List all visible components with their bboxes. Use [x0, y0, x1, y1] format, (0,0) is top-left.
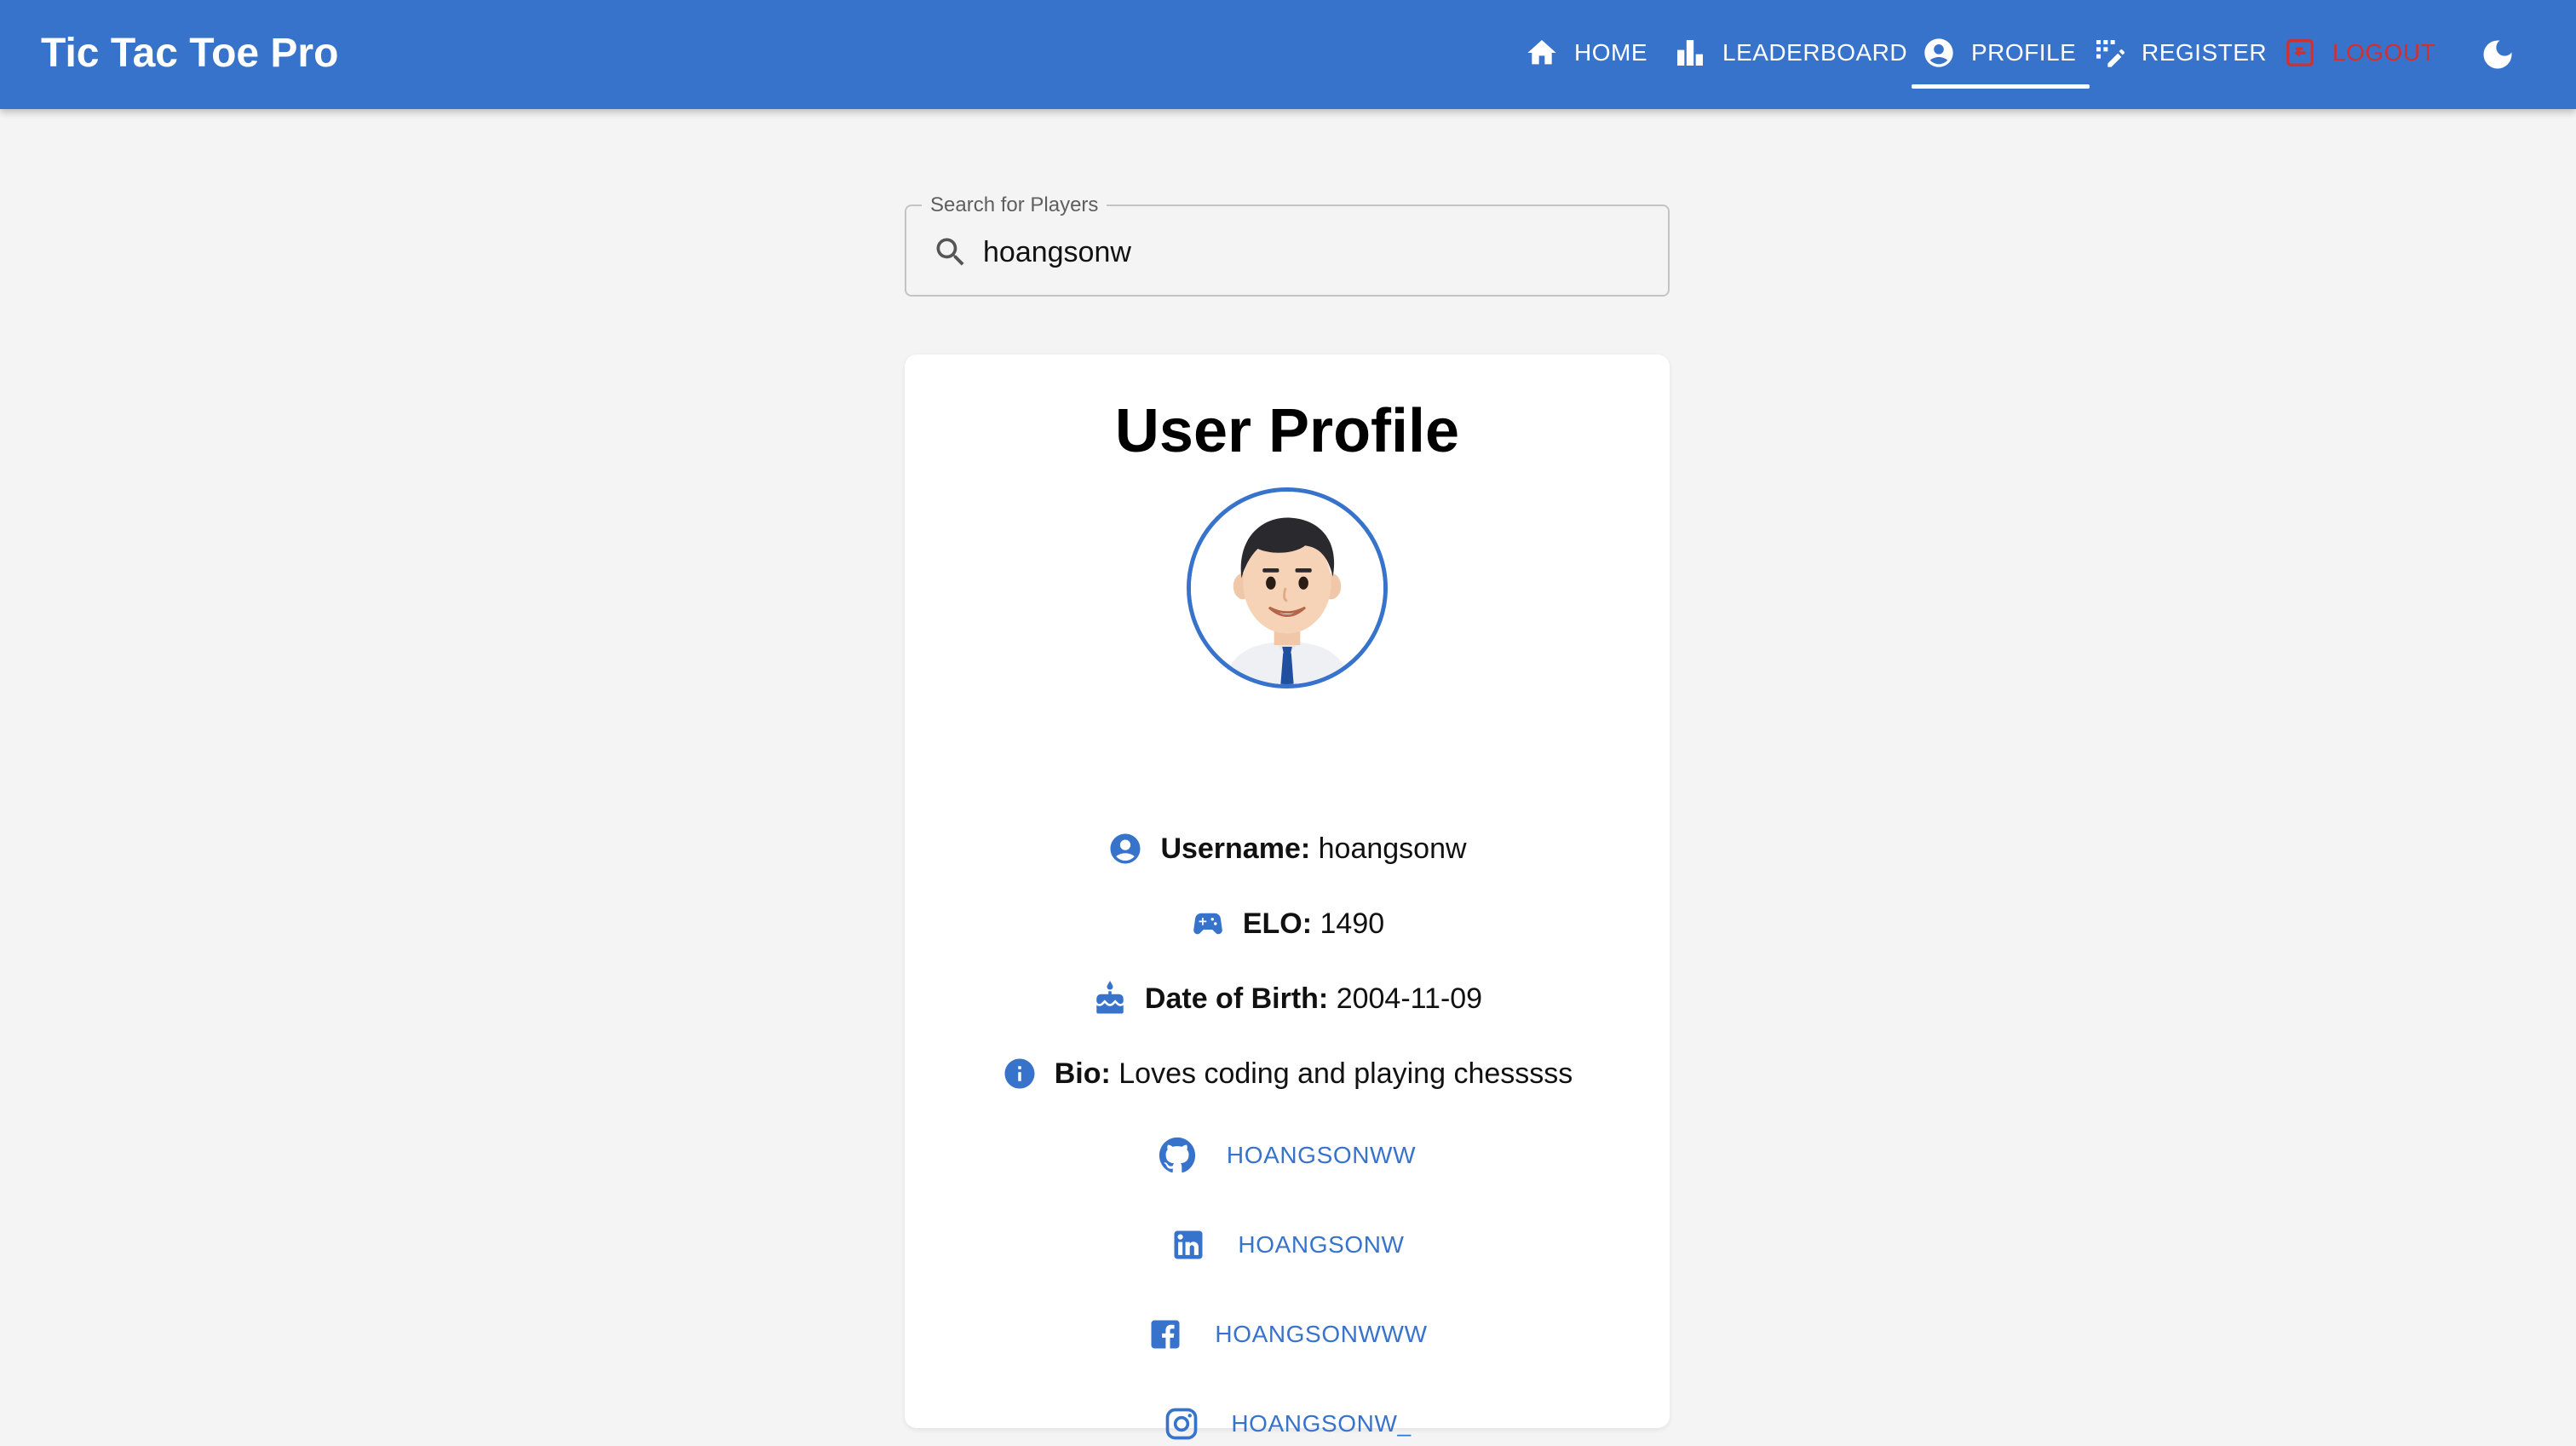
dob-label: Date of Birth: — [1144, 982, 1329, 1015]
account-circle-icon — [1924, 38, 1953, 67]
bio-value: Loves coding and playing chesssss — [1118, 1057, 1573, 1090]
register-icon — [2096, 40, 2125, 67]
elo-value: 1490 — [1320, 907, 1385, 940]
nav-register[interactable]: REGISTER — [2092, 0, 2267, 106]
search-icon — [936, 238, 964, 266]
bio-label: Bio: — [1054, 1057, 1111, 1090]
facebook-icon — [1151, 1320, 1180, 1349]
app-title[interactable]: Tic Tac Toe Pro — [41, 0, 338, 109]
moon-icon[interactable] — [2479, 36, 2516, 73]
nav-leaderboard-label: LEADERBOARD — [1722, 39, 1908, 66]
facebook-link[interactable]: HOANGSONWWW — [1215, 1321, 1427, 1348]
nav-register-label: REGISTER — [2142, 39, 2268, 66]
app-bar: Tic Tac Toe Pro HOME LEADERBOARD PROFILE… — [0, 0, 2576, 109]
instagram-link[interactable]: HOANGSONW_ — [1231, 1410, 1411, 1437]
github-icon — [1159, 1137, 1195, 1173]
profile-card: User Profile Username: hoangsonw ELO: 14… — [905, 354, 1670, 1440]
instagram-icon — [1165, 1408, 1198, 1440]
github-link[interactable]: HOANGSONWW — [1227, 1142, 1416, 1169]
nav-profile-label: PROFILE — [1971, 39, 2077, 66]
info-icon — [1004, 1058, 1035, 1089]
cake-icon — [1096, 981, 1124, 1014]
profile-elo-row: ELO: 1490 — [905, 903, 1670, 944]
home-icon — [1527, 40, 1556, 65]
nav-leaderboard[interactable]: LEADERBOARD — [1673, 0, 1907, 106]
avatar — [1187, 487, 1388, 688]
search-label: Search for Players — [922, 192, 1107, 219]
linkedin-icon — [1174, 1230, 1203, 1259]
elo-label: ELO: — [1242, 907, 1313, 940]
search-input[interactable] — [981, 223, 1649, 281]
nav-logout-label: LOGOUT — [2332, 39, 2436, 66]
profile-username-row: Username: hoangsonw — [905, 828, 1670, 869]
username-value: hoangsonw — [1318, 832, 1467, 865]
nav-logout[interactable]: LOGOUT — [2283, 0, 2435, 106]
profile-title: User Profile — [1114, 397, 1460, 465]
linkedin-link[interactable]: HOANGSONW — [1238, 1231, 1404, 1259]
social-github-row: HOANGSONWW — [905, 1133, 1670, 1178]
logout-icon — [2286, 39, 2314, 66]
dob-value: 2004-11-09 — [1336, 982, 1483, 1015]
nav-home[interactable]: HOME — [1525, 0, 1647, 106]
account-circle-icon — [1110, 833, 1141, 864]
profile-bio-row: Bio: Loves coding and playing chesssss — [905, 1053, 1670, 1094]
username-label: Username: — [1160, 832, 1311, 865]
avatar-image — [1191, 492, 1383, 684]
leaderboard-icon — [1677, 40, 1703, 66]
player-search-field[interactable]: Search for Players — [905, 192, 1670, 297]
gamepad-icon — [1193, 913, 1222, 935]
nav-home-label: HOME — [1574, 39, 1647, 66]
social-facebook-row: HOANGSONWWW — [905, 1312, 1670, 1357]
nav-profile[interactable]: PROFILE — [1911, 0, 2090, 106]
social-instagram-row: HOANGSONW_ — [905, 1402, 1670, 1446]
profile-dob-row: Date of Birth: 2004-11-09 — [905, 978, 1670, 1019]
social-linkedin-row: HOANGSONW — [905, 1223, 1670, 1267]
